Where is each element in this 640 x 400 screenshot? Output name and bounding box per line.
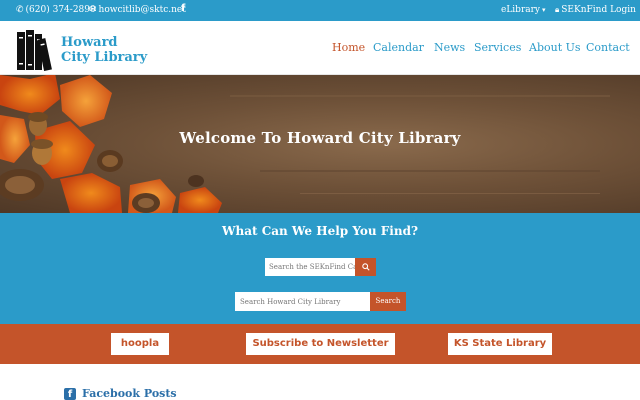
site-search-input[interactable] <box>235 292 370 311</box>
books-logo-icon[interactable] <box>16 29 58 71</box>
search-heading: What Can We Help You Find? <box>222 224 418 238</box>
facebook-icon[interactable]: f <box>181 3 185 14</box>
hero-banner: Welcome To Howard City Library <box>0 75 640 213</box>
lock-icon: 🔒︎ <box>555 5 560 14</box>
search-icon <box>361 263 370 271</box>
email-address: howcitlib@sktc.net <box>98 5 186 15</box>
chevron-down-icon: ▾ <box>542 6 546 14</box>
hero-title: Welcome To Howard City Library <box>179 129 461 147</box>
nav-services[interactable]: Services <box>474 41 521 54</box>
facebook-icon[interactable]: f <box>64 387 76 400</box>
quick-links-section: hoopla Subscribe to Newsletter KS State … <box>0 324 640 364</box>
catalog-search-input[interactable] <box>265 258 355 276</box>
site-header: Howard City Library Home Calendar News S… <box>0 21 640 75</box>
elibrary-label: eLibrary <box>501 5 540 15</box>
seknfind-login-link[interactable]: 🔒︎ SEKnFind Login <box>555 5 636 15</box>
nav-contact[interactable]: Contact <box>586 41 630 54</box>
facebook-posts-header: f Facebook Posts <box>64 387 177 400</box>
nav-news[interactable]: News <box>434 41 465 54</box>
hoopla-button[interactable]: hoopla <box>111 333 169 355</box>
phone-number: (620) 374-2890 <box>25 5 96 15</box>
site-search-button[interactable]: Search <box>370 292 406 311</box>
facebook-posts-title: Facebook Posts <box>82 387 177 400</box>
site-logo-text[interactable]: Howard City Library <box>61 35 147 65</box>
phone-contact[interactable]: ✆ (620) 374-2890 <box>16 5 96 15</box>
logo-line-2: City Library <box>61 50 148 65</box>
phone-icon: ✆ <box>16 5 24 15</box>
nav-about-us[interactable]: About Us <box>529 41 581 54</box>
search-section: What Can We Help You Find? Search <box>0 213 640 324</box>
catalog-search-button[interactable] <box>355 258 376 276</box>
email-contact[interactable]: ✉ howcitlib@sktc.net <box>89 5 186 15</box>
mail-icon: ✉ <box>89 5 97 15</box>
nav-home[interactable]: Home <box>332 41 365 54</box>
top-bar: ✆ (620) 374-2890 ✉ howcitlib@sktc.net f … <box>0 0 640 21</box>
elibrary-menu[interactable]: eLibrary ▾ <box>501 5 546 15</box>
logo-line-1: Howard <box>61 35 118 50</box>
subscribe-newsletter-button[interactable]: Subscribe to Newsletter <box>246 333 395 355</box>
ks-state-library-button[interactable]: KS State Library <box>448 333 552 355</box>
nav-calendar[interactable]: Calendar <box>373 41 424 54</box>
seknfind-login-label: SEKnFind Login <box>561 5 636 15</box>
